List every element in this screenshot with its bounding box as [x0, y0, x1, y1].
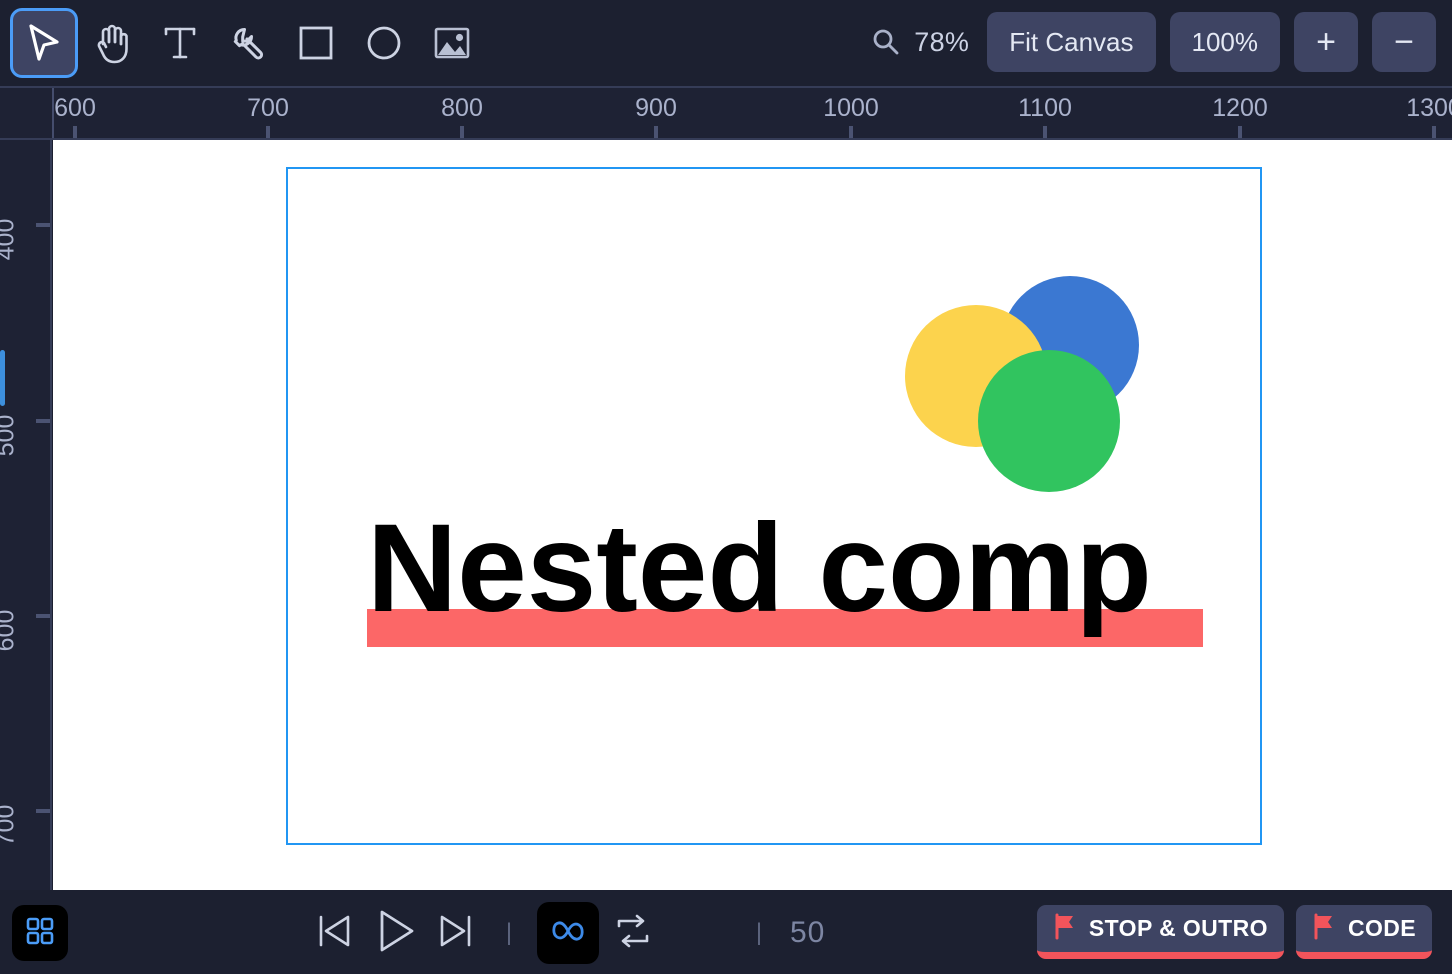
- image-tool-button[interactable]: [418, 8, 486, 78]
- ruler-tick-label: 700: [247, 94, 289, 122]
- ruler-tick-mark: [36, 419, 50, 423]
- ruler-tick-label: 400: [0, 218, 20, 261]
- stop-and-outro-button[interactable]: STOP & OUTRO: [1036, 905, 1284, 959]
- ellipse-tool-button[interactable]: [350, 8, 418, 78]
- ruler-tick-mark: [1043, 126, 1047, 138]
- play-button[interactable]: [365, 901, 425, 965]
- hand-icon: [93, 22, 131, 64]
- red-flag-icon: [1053, 912, 1079, 946]
- ruler-tick-mark: [266, 126, 270, 138]
- playback-separator: |: [505, 919, 513, 946]
- skip-to-end-button[interactable]: [425, 901, 485, 965]
- wrench-icon: [229, 24, 267, 62]
- ruler-tick-mark: [849, 126, 853, 138]
- skip-back-icon: [314, 911, 356, 956]
- stop-and-outro-label: STOP & OUTRO: [1088, 915, 1268, 941]
- ruler-tick-mark: [1238, 126, 1242, 138]
- square-icon: [297, 24, 335, 62]
- ruler-tick-label: 1300: [1406, 94, 1452, 122]
- tool-group: [10, 8, 486, 78]
- headline-text[interactable]: Nested comp: [367, 506, 1152, 631]
- ruler-tick-label: 1100: [1018, 94, 1072, 122]
- zoom-out-button[interactable]: −: [1372, 12, 1436, 72]
- skip-forward-icon: [434, 911, 476, 956]
- wrench-tool-button[interactable]: [214, 8, 282, 78]
- repeat-button[interactable]: [603, 901, 663, 965]
- frame-count-value[interactable]: 50: [790, 916, 825, 950]
- ruler-tick-mark: [654, 126, 658, 138]
- ruler-tick-mark: [36, 614, 50, 618]
- infinity-icon: [548, 917, 588, 950]
- select-tool-button[interactable]: [10, 8, 78, 78]
- playback-controls: |: [305, 901, 663, 965]
- text-t-icon: [162, 23, 198, 63]
- zoom-level-value: 78%: [914, 26, 970, 57]
- rectangle-tool-button[interactable]: [282, 8, 350, 78]
- image-icon: [433, 26, 471, 60]
- app-root: 78% Fit Canvas 100% + − 600 700 800 900 1000…: [0, 0, 1452, 974]
- zoom-in-button[interactable]: +: [1294, 12, 1358, 72]
- ruler-tick-mark: [1432, 126, 1436, 138]
- code-button[interactable]: CODE: [1295, 905, 1432, 959]
- pan-tool-button[interactable]: [78, 8, 146, 78]
- cursor-arrow-icon: [27, 24, 61, 62]
- ruler-tick-label: 1000: [823, 94, 879, 122]
- play-triangle-icon: [371, 907, 419, 960]
- vertical-ruler[interactable]: 400 500 600 700: [0, 140, 52, 890]
- canvas-viewport[interactable]: Nested comp: [53, 140, 1452, 890]
- ruler-tick-mark: [36, 809, 50, 813]
- magnifier-icon[interactable]: [868, 25, 902, 59]
- repeat-arrows-icon: [614, 913, 652, 954]
- ruler-tick-label: 900: [635, 94, 677, 122]
- action-buttons: STOP & OUTRO CODE: [1036, 905, 1432, 959]
- circle-icon: [365, 24, 403, 62]
- grid-view-button[interactable]: [12, 905, 68, 961]
- ruler-tick-mark: [36, 223, 50, 227]
- ruler-tick-label: 800: [441, 94, 483, 122]
- ruler-tick-label: 500: [0, 414, 20, 457]
- zoom-controls: 78% Fit Canvas 100% + −: [868, 12, 1436, 72]
- loop-infinite-button[interactable]: [537, 902, 599, 964]
- horizontal-ruler[interactable]: 600 700 800 900 1000 1100 1200 1300: [0, 86, 1452, 140]
- skip-to-start-button[interactable]: [305, 901, 365, 965]
- ruler-tick-label: 600: [0, 609, 20, 652]
- red-flag-icon: [1312, 912, 1338, 946]
- code-label: CODE: [1347, 915, 1416, 941]
- zoom-100-button[interactable]: 100%: [1169, 12, 1280, 72]
- ruler-tick-label: 700: [0, 804, 20, 847]
- ruler-tick-label: 600: [54, 94, 96, 122]
- vertical-scrollbar-thumb[interactable]: [0, 350, 5, 406]
- frame-separator: |: [755, 919, 763, 946]
- artboard-frame[interactable]: Nested comp: [286, 167, 1262, 845]
- ruler-tick-mark: [73, 126, 77, 138]
- fit-canvas-button[interactable]: Fit Canvas: [987, 12, 1156, 72]
- grid-four-squares-icon: [24, 915, 56, 952]
- text-tool-button[interactable]: [146, 8, 214, 78]
- ruler-tick-mark: [460, 126, 464, 138]
- top-toolbar: 78% Fit Canvas 100% + −: [0, 0, 1452, 86]
- ruler-tick-label: 1200: [1212, 94, 1268, 122]
- circle-green[interactable]: [978, 350, 1120, 492]
